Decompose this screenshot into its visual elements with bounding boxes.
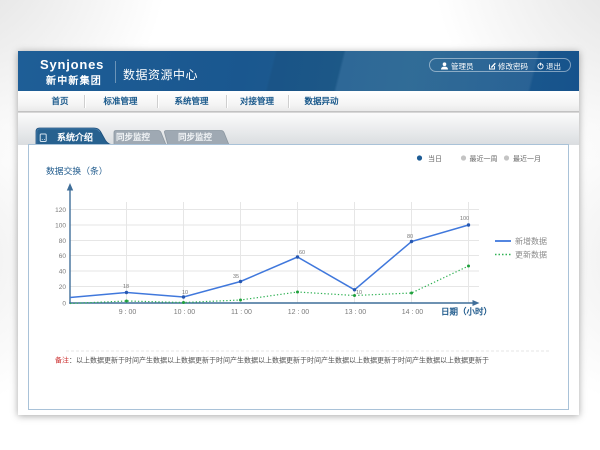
- svg-text:数据交换（条）: 数据交换（条）: [46, 165, 108, 176]
- svg-text:40: 40: [59, 269, 67, 276]
- svg-text:18: 18: [123, 284, 129, 290]
- svg-text:当日: 当日: [428, 154, 442, 163]
- svg-text:日期（小时）: 日期（小时）: [441, 307, 492, 317]
- svg-text:10: 10: [356, 290, 362, 296]
- svg-text:35: 35: [233, 274, 239, 280]
- svg-text:最近一月: 最近一月: [513, 154, 541, 163]
- svg-text:10: 10: [182, 290, 188, 296]
- svg-text:10 : 00: 10 : 00: [174, 309, 196, 316]
- svg-text:100: 100: [460, 216, 469, 222]
- svg-text:同步监控: 同步监控: [178, 132, 213, 142]
- svg-text:系统介绍: 系统介绍: [57, 132, 93, 143]
- svg-text:11 : 00: 11 : 00: [231, 309, 252, 316]
- svg-text:9 : 00: 9 : 00: [119, 309, 137, 316]
- svg-text:0: 0: [62, 301, 66, 308]
- svg-text:新增数据: 新增数据: [515, 236, 547, 246]
- svg-text:管理员: 管理员: [451, 61, 474, 71]
- svg-text:120: 120: [55, 207, 66, 214]
- svg-text:60: 60: [299, 250, 305, 256]
- svg-text:13 : 00: 13 : 00: [345, 309, 367, 316]
- svg-text:12 : 00: 12 : 00: [288, 309, 310, 316]
- svg-text:更新数据: 更新数据: [515, 250, 547, 260]
- svg-text:备注：以上数据更新于时间产生数据以上数据更新于时间产生数据以: 备注：以上数据更新于时间产生数据以上数据更新于时间产生数据以上数据更新于时间产生…: [55, 356, 489, 365]
- svg-text:退出: 退出: [546, 61, 561, 71]
- svg-text:14 : 00: 14 : 00: [402, 309, 424, 316]
- svg-text:80: 80: [407, 234, 413, 240]
- svg-text:60: 60: [59, 253, 67, 260]
- svg-text:最近一周: 最近一周: [470, 154, 498, 163]
- svg-text:同步监控: 同步监控: [116, 132, 151, 142]
- svg-text:20: 20: [59, 284, 67, 291]
- svg-text:100: 100: [55, 223, 66, 230]
- svg-text:80: 80: [59, 238, 67, 245]
- svg-text:修改密码: 修改密码: [498, 61, 528, 71]
